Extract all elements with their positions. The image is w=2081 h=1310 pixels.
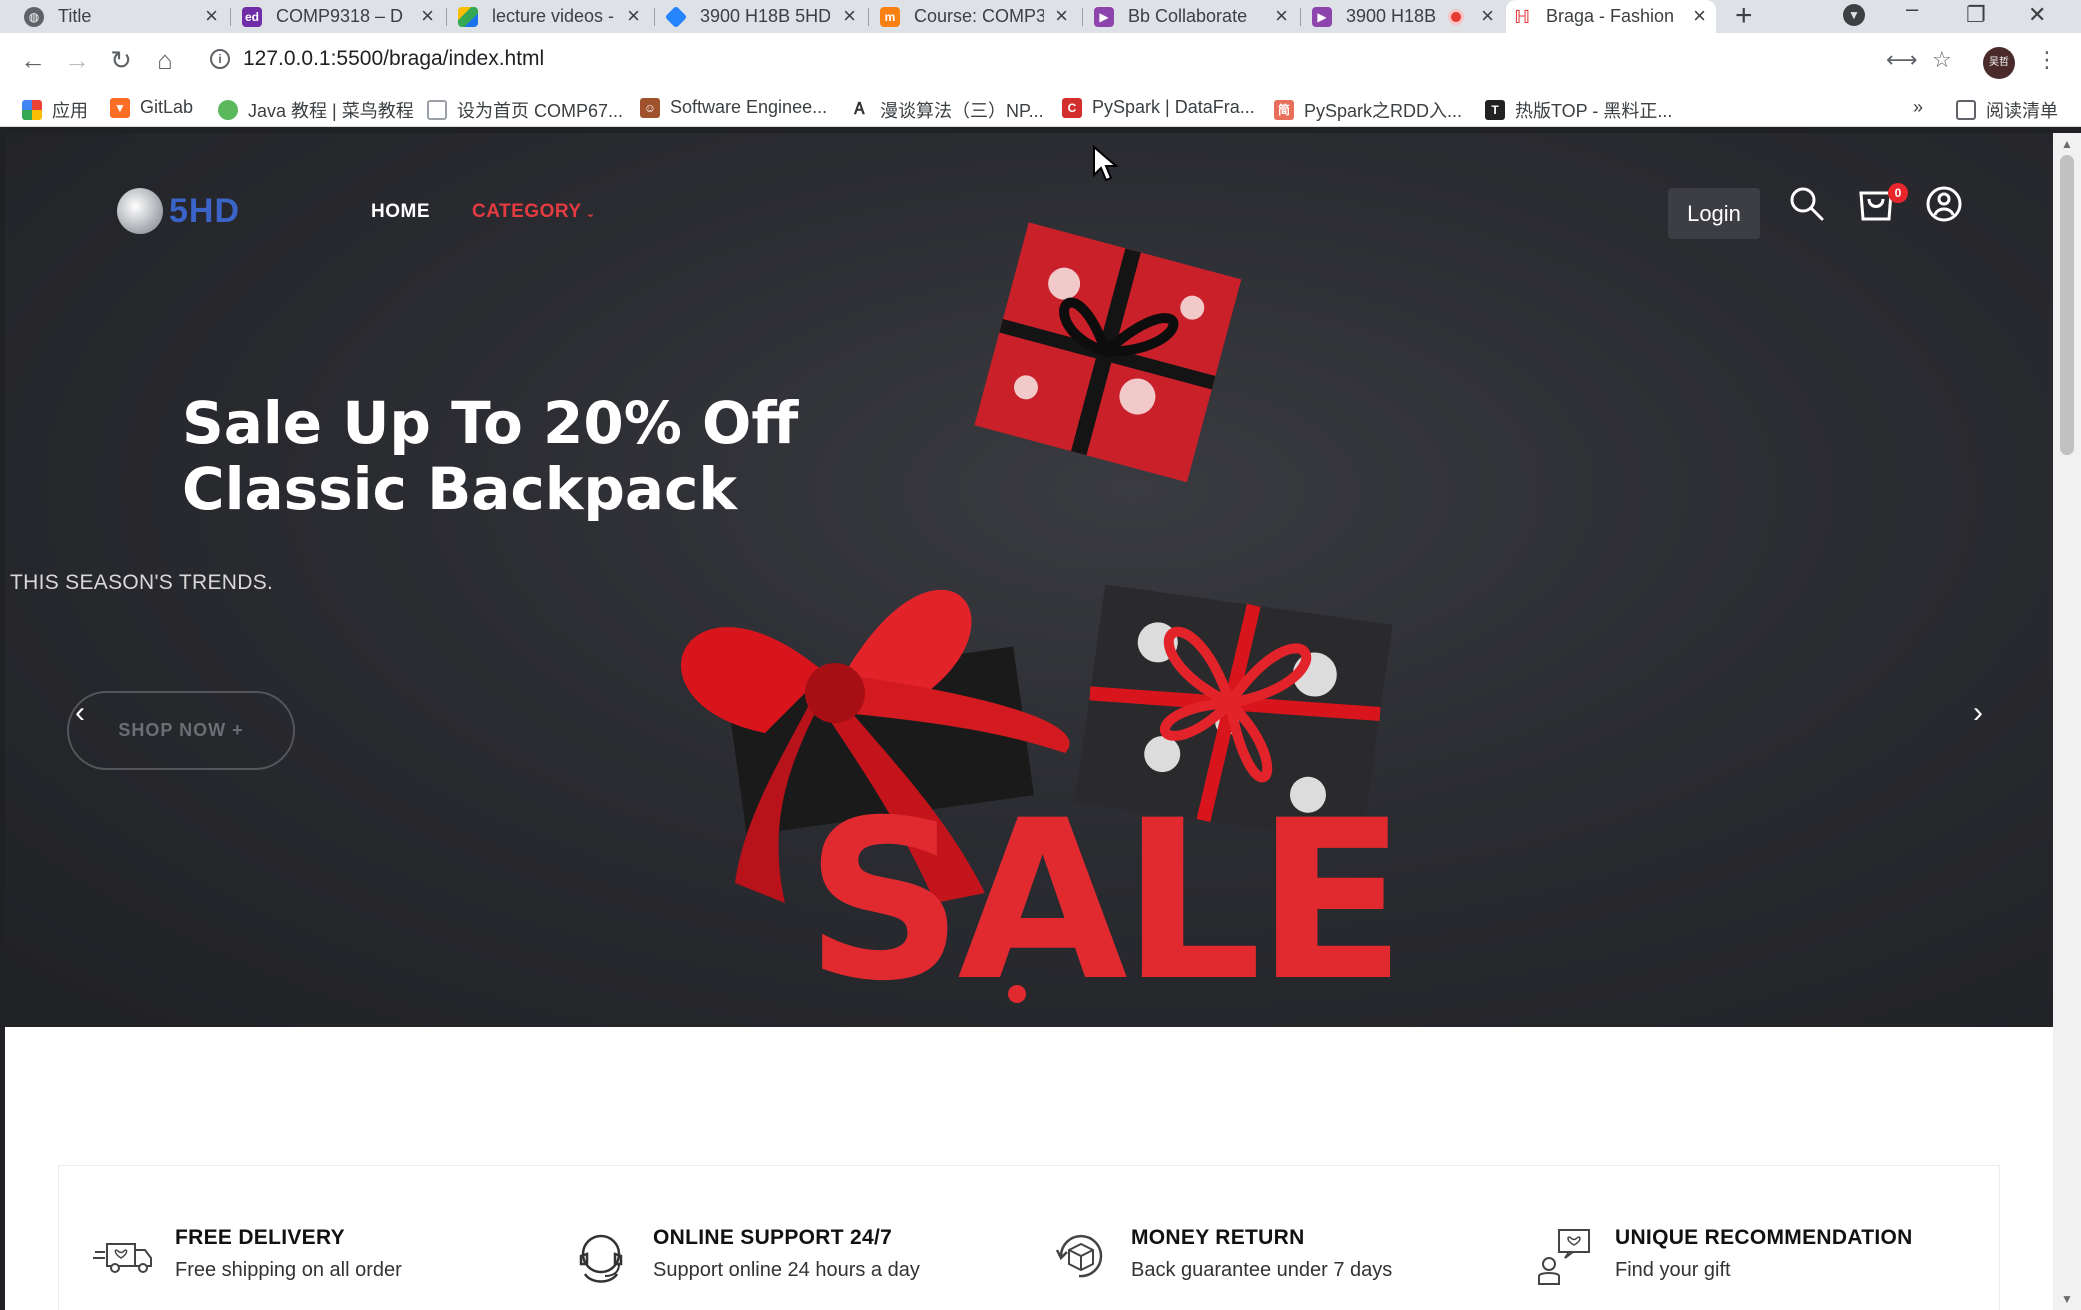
forward-icon[interactable]: →	[62, 45, 92, 76]
browser-tab[interactable]: lecture videos - ×	[452, 0, 650, 33]
algo-icon: Ꭺ	[850, 100, 870, 120]
new-tab-button[interactable]: +	[1735, 0, 1753, 33]
mouse-cursor-icon	[1093, 145, 1118, 182]
restore-icon[interactable]: ❐	[1966, 2, 1986, 28]
reading-list[interactable]: 阅读清单	[1956, 97, 2058, 123]
bookmark-gitlab[interactable]: ▼ GitLab	[110, 97, 193, 118]
recommendation-icon	[1538, 1229, 1590, 1285]
chevron-down-icon: ⌄	[581, 206, 596, 220]
scrollbar-thumb[interactable]	[2060, 155, 2074, 455]
chevron-left-icon: ‹	[75, 696, 85, 729]
features-strip: FREE DELIVERY Free shipping on all order…	[58, 1165, 2000, 1310]
runoob-icon	[218, 100, 238, 120]
close-icon[interactable]: ×	[1693, 3, 1706, 29]
browser-tab[interactable]: ▶ 3900 H18B ×	[1306, 0, 1504, 33]
close-icon[interactable]: ×	[627, 3, 640, 29]
page-icon	[427, 100, 447, 120]
reload-icon[interactable]: ↻	[106, 45, 136, 76]
bookmark-comp67[interactable]: 设为首页 COMP67...	[427, 97, 623, 123]
apps-grid-icon	[22, 100, 42, 120]
nav-category[interactable]: CATEGORY ⌄	[472, 201, 596, 223]
slider-next-button[interactable]: ›	[1943, 678, 2013, 748]
jianshu-icon: 简	[1274, 100, 1294, 120]
bookmark-pyspark-rdd[interactable]: 简 PySpark之RDD入...	[1274, 97, 1462, 123]
close-icon[interactable]: ×	[1055, 3, 1068, 29]
delivery-truck-icon	[93, 1243, 152, 1273]
page-scrollbar[interactable]: ▲ ▼	[2053, 133, 2081, 1310]
hero-slider: 5HD HOME CATEGORY ⌄ Login 0 Sale Up To 2…	[5, 133, 2053, 1027]
browser-tab[interactable]: m Course: COMP3 ×	[874, 0, 1078, 33]
person-icon: ☺	[640, 97, 660, 118]
brand-name: 5HD	[169, 191, 241, 230]
globe-icon: ◍	[24, 7, 44, 27]
bookmark-software-engineering[interactable]: ☺ Software Enginee...	[640, 97, 827, 118]
browser-toolbar: ← → ↻ ⌂ i 127.0.0.1:5500/braga/index.htm…	[0, 33, 2081, 127]
ed-icon: ed	[242, 7, 262, 27]
info-icon[interactable]: i	[210, 49, 230, 69]
site-logo[interactable]: 5HD	[117, 188, 240, 234]
hero-title: Sale Up To 20% Off Classic Backpack	[182, 389, 799, 523]
reading-list-icon	[1956, 100, 1976, 120]
collab-icon: ▶	[1312, 7, 1332, 27]
window-close-icon[interactable]: ✕	[2028, 2, 2046, 28]
browser-tab[interactable]: ▶ Bb Collaborate ×	[1088, 0, 1298, 33]
sale-graphic: SALE	[805, 773, 1406, 1027]
home-icon[interactable]: ⌂	[150, 45, 180, 76]
recording-icon	[1448, 9, 1464, 25]
page-viewport: 5HD HOME CATEGORY ⌄ Login 0 Sale Up To 2…	[5, 133, 2053, 1310]
bookmark-apps[interactable]: 应用	[22, 97, 88, 123]
c-icon: C	[1062, 97, 1082, 118]
tab-search-icon[interactable]: ▼	[1843, 4, 1865, 26]
support-headset-icon	[579, 1234, 623, 1283]
collab-icon: ▶	[1094, 7, 1114, 27]
cart-count-badge: 0	[1888, 183, 1908, 203]
close-icon[interactable]: ×	[1481, 3, 1494, 29]
hero-subtitle: THIS SEASON'S TRENDS.	[10, 571, 274, 594]
browser-tab[interactable]: 3900 H18B 5HD ×	[660, 0, 866, 33]
browser-menu-icon[interactable]: ⋮	[2036, 47, 2058, 73]
logo-icon	[117, 188, 163, 234]
translate-icon[interactable]: ⟷	[1886, 47, 1918, 73]
moodle-icon: m	[880, 7, 900, 27]
avatar[interactable]: 吴哲	[1983, 47, 2015, 79]
main-nav: HOME CATEGORY ⌄	[371, 201, 596, 223]
t-icon: T	[1485, 100, 1505, 120]
browser-tab[interactable]: ed COMP9318 – D ×	[236, 0, 444, 33]
bookmark-pyspark-dataframe[interactable]: C PySpark | DataFra...	[1062, 97, 1255, 118]
bookmark-runoob[interactable]: Java 教程 | 菜鸟教程	[218, 97, 414, 123]
drive-icon	[458, 7, 478, 27]
gitlab-icon: ▼	[110, 97, 130, 118]
money-return-icon	[1055, 1234, 1103, 1278]
minimize-icon[interactable]: –	[1906, 0, 1918, 22]
url-text[interactable]: 127.0.0.1:5500/braga/index.html	[243, 47, 544, 71]
scroll-down-icon[interactable]: ▼	[2061, 1292, 2073, 1306]
bookmarks-overflow[interactable]: »	[1913, 97, 1923, 118]
slider-dot-active[interactable]	[1008, 985, 1026, 1003]
bookmarks-bar: 应用 ▼ GitLab Java 教程 | 菜鸟教程 设为首页 COMP67..…	[0, 88, 2081, 126]
scroll-up-icon[interactable]: ▲	[2061, 137, 2073, 151]
close-icon[interactable]: ×	[421, 3, 434, 29]
bookmark-star-icon[interactable]: ☆	[1932, 47, 1952, 73]
back-icon[interactable]: ←	[18, 45, 48, 76]
close-icon[interactable]: ×	[205, 3, 218, 29]
login-button[interactable]: Login	[1668, 188, 1760, 239]
slider-prev-button[interactable]: ‹	[45, 678, 115, 748]
braga-icon: ℍ	[1514, 6, 1530, 27]
chevron-right-icon: ›	[1973, 696, 1983, 729]
search-icon[interactable]	[1788, 185, 1826, 223]
browser-tab[interactable]: ◍ Title ×	[18, 0, 228, 33]
close-icon[interactable]: ×	[843, 3, 856, 29]
user-account-icon[interactable]	[1925, 185, 1963, 223]
jira-icon	[664, 5, 688, 29]
address-bar[interactable]: i 127.0.0.1:5500/braga/index.html	[200, 42, 1960, 78]
browser-tabstrip: ◍ Title × ed COMP9318 – D × lecture vide…	[0, 0, 2081, 33]
bookmark-hot-top[interactable]: T 热版TOP - 黑料正...	[1485, 97, 1672, 123]
bookmark-algorithms[interactable]: Ꭺ 漫谈算法（三）NP...	[850, 97, 1044, 123]
close-icon[interactable]: ×	[1275, 3, 1288, 29]
nav-home[interactable]: HOME	[371, 201, 430, 223]
browser-tab-active[interactable]: ℍ Braga - Fashion ×	[1506, 0, 1716, 33]
